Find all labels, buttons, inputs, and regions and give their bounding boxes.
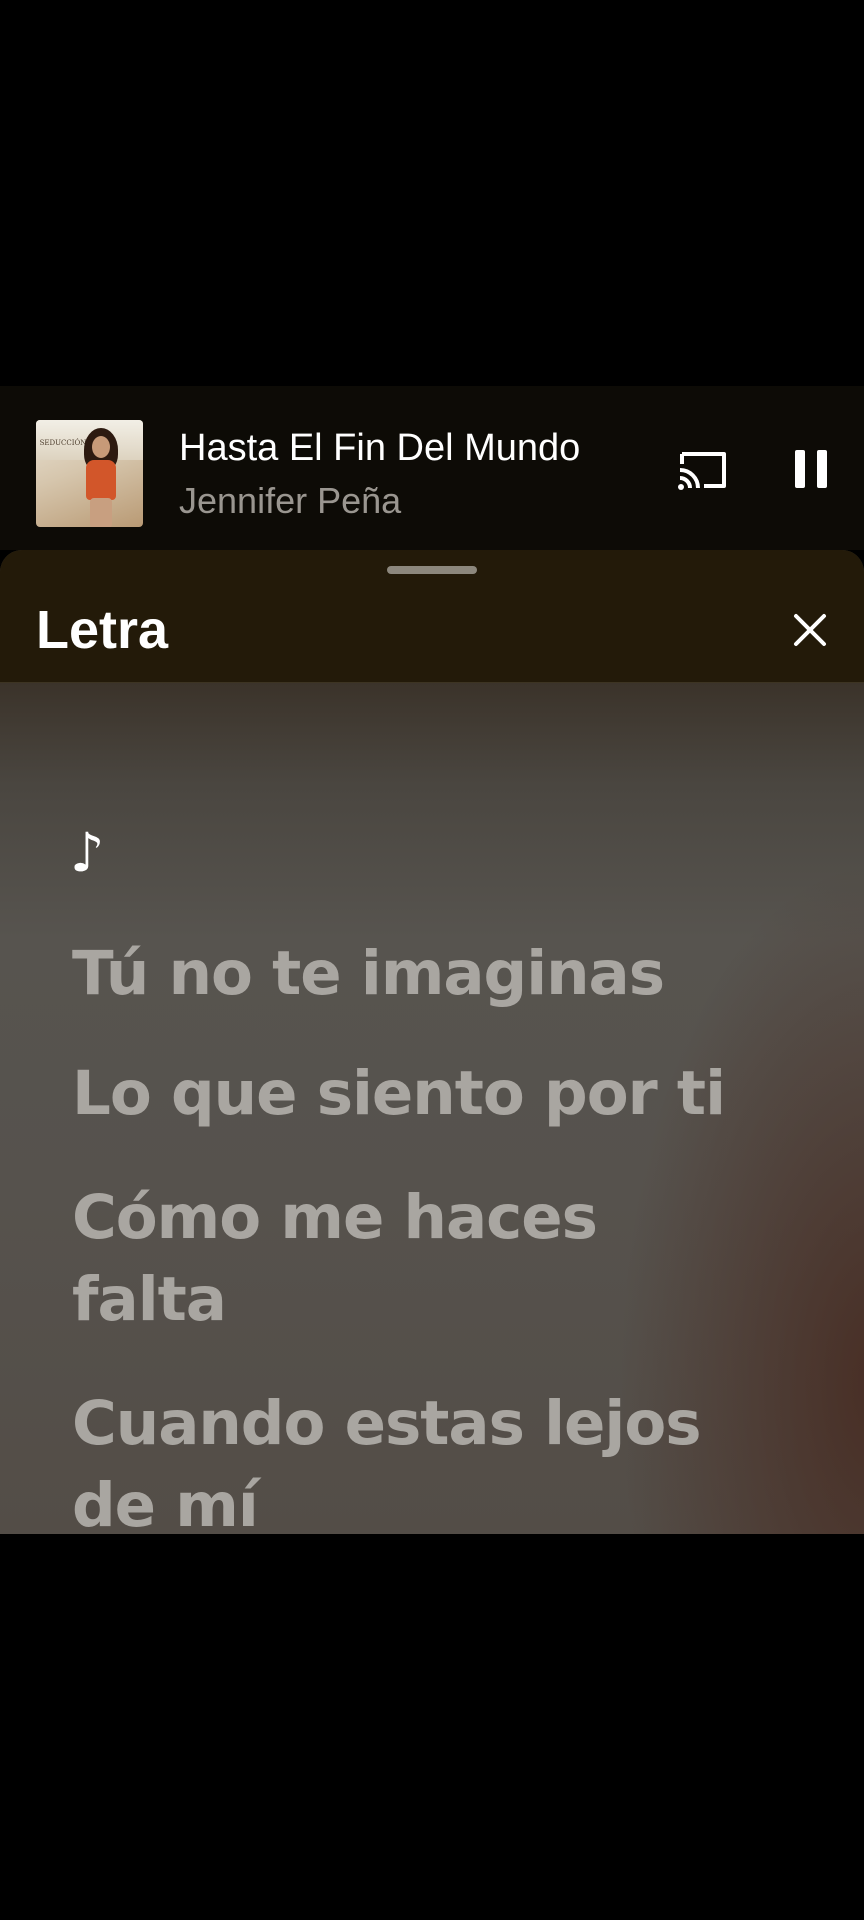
pause-icon-left-bar xyxy=(795,450,805,488)
lyrics-sheet-header: Letra xyxy=(0,550,864,683)
mini-player[interactable]: SEDUCCIÓN Hasta El Fin Del Mundo Jennife… xyxy=(0,386,864,550)
bottom-blank-area xyxy=(0,1534,864,1920)
album-art-figure-legs xyxy=(90,498,112,527)
cast-button[interactable] xyxy=(676,448,730,492)
lyric-line[interactable]: Tú no te imaginas xyxy=(72,933,772,1015)
lyric-line[interactable]: Cómo me haces falta xyxy=(72,1177,632,1341)
music-note-icon: ♪ xyxy=(70,821,105,884)
screen: SEDUCCIÓN Hasta El Fin Del Mundo Jennife… xyxy=(0,0,864,1920)
cast-icon xyxy=(678,452,726,490)
close-icon xyxy=(794,614,826,646)
track-title[interactable]: Hasta El Fin Del Mundo xyxy=(179,426,580,470)
track-artist[interactable]: Jennifer Peña xyxy=(179,480,401,522)
lyrics-title: Letra xyxy=(36,600,169,660)
album-art[interactable]: SEDUCCIÓN xyxy=(36,420,143,527)
close-button[interactable] xyxy=(790,610,830,650)
album-art-figure-body xyxy=(86,460,116,500)
lyrics-area[interactable]: ♪ Tú no te imaginas Lo que siento por ti… xyxy=(0,683,864,1534)
drag-handle[interactable] xyxy=(387,566,477,574)
album-art-text: SEDUCCIÓN xyxy=(39,439,87,447)
lyric-line[interactable]: Lo que siento por ti xyxy=(72,1053,772,1135)
lyric-line[interactable]: Cuando estas lejos de mí xyxy=(72,1383,772,1534)
top-blank-area xyxy=(0,0,864,386)
pause-button[interactable] xyxy=(792,448,832,492)
album-art-figure-face xyxy=(92,436,110,458)
pause-icon-right-bar xyxy=(817,450,827,488)
lyrics-sheet: Letra ♪ Tú no te imaginas Lo que siento … xyxy=(0,550,864,1534)
